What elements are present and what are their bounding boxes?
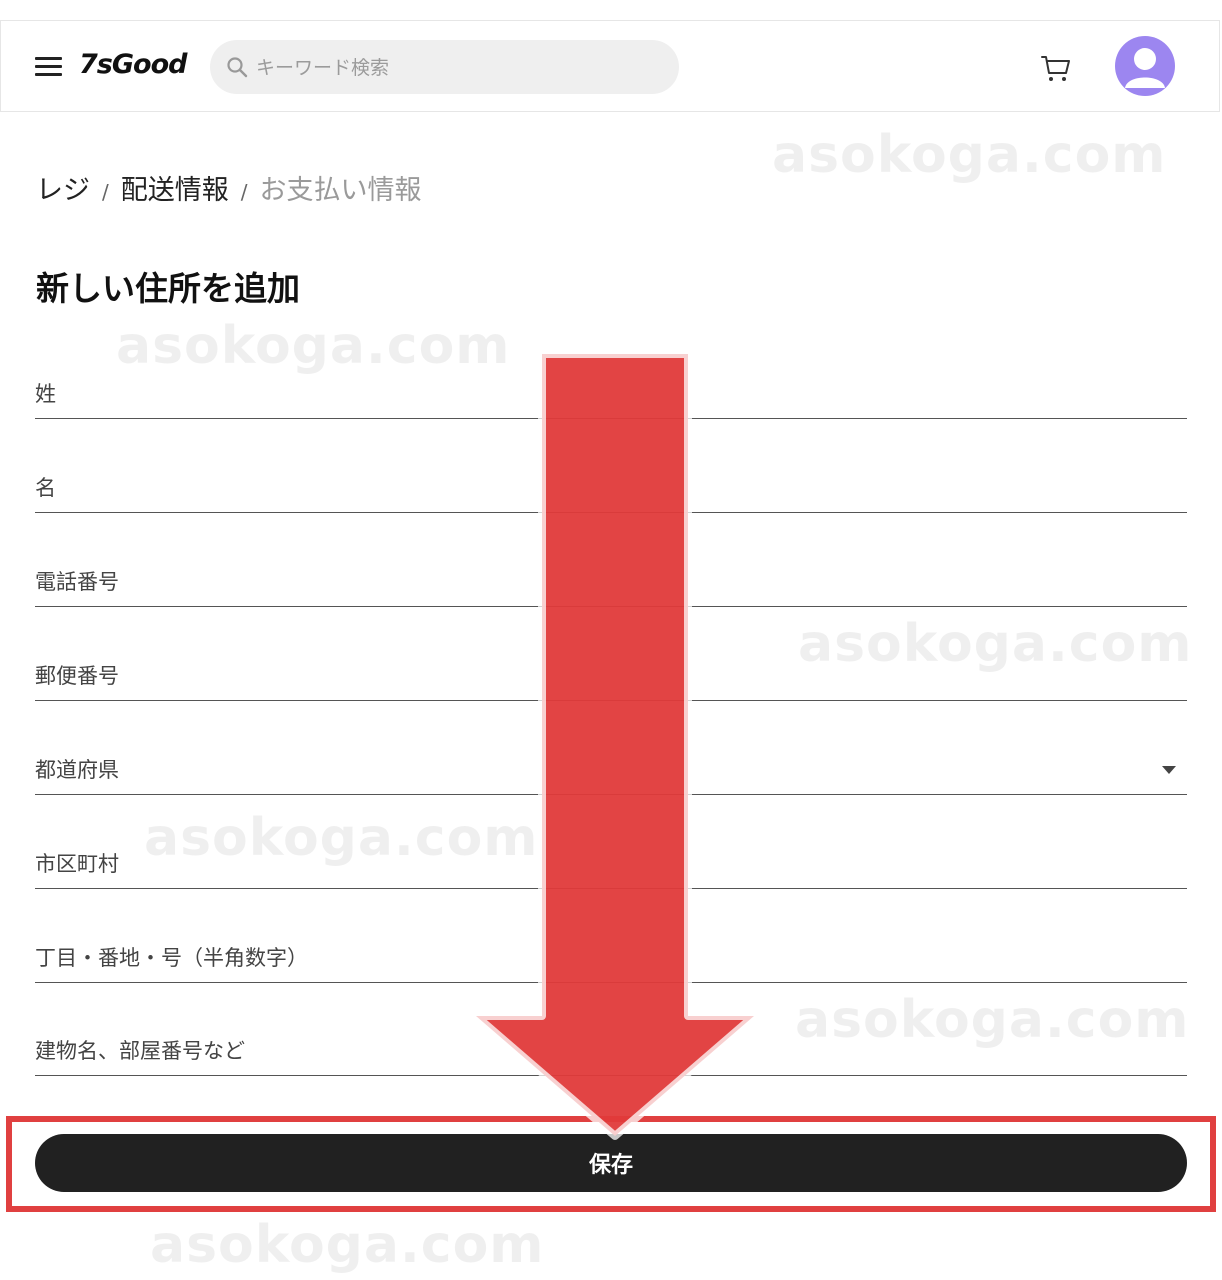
chevron-down-icon[interactable]	[1162, 766, 1176, 774]
watermark-text: asokoga.com	[772, 125, 1167, 185]
watermark-text: asokoga.com	[116, 316, 511, 376]
watermark-text: asokoga.com	[150, 1215, 545, 1275]
street-address-field[interactable]	[35, 922, 1187, 983]
first-name-field[interactable]	[35, 452, 1187, 513]
watermark-text: asokoga.com	[144, 808, 539, 868]
breadcrumb-separator: /	[102, 180, 109, 204]
breadcrumb-item-cashier[interactable]: レジ	[36, 168, 90, 207]
page-title: 新しい住所を追加	[36, 269, 300, 308]
hamburger-menu-icon[interactable]	[35, 57, 62, 77]
last-name-input[interactable]	[35, 378, 1135, 410]
top-header: 7sGood	[0, 20, 1220, 112]
search-input[interactable]	[254, 40, 658, 96]
phone-input[interactable]	[35, 566, 1135, 598]
breadcrumb-item-payment: お支払い情報	[259, 175, 422, 206]
breadcrumb-item-shipping[interactable]: 配送情報	[121, 168, 229, 207]
breadcrumb-separator: /	[240, 180, 248, 204]
search-icon	[227, 57, 248, 78]
save-button[interactable]: 保存	[35, 1134, 1187, 1192]
prefecture-select[interactable]	[35, 734, 1187, 795]
prefecture-input[interactable]	[35, 754, 1135, 786]
phone-field[interactable]	[35, 546, 1187, 607]
first-name-input[interactable]	[35, 472, 1135, 504]
site-logo[interactable]: 7sGood	[79, 49, 187, 80]
street-address-input[interactable]	[35, 942, 1135, 974]
user-avatar-icon[interactable]	[1115, 36, 1175, 96]
breadcrumb: レジ / 配送情報 / お支払い情報	[36, 168, 422, 207]
cart-icon[interactable]	[1039, 51, 1073, 85]
watermark-text: asokoga.com	[795, 990, 1190, 1050]
watermark-text: asokoga.com	[798, 614, 1193, 674]
search-bar[interactable]	[210, 40, 679, 96]
